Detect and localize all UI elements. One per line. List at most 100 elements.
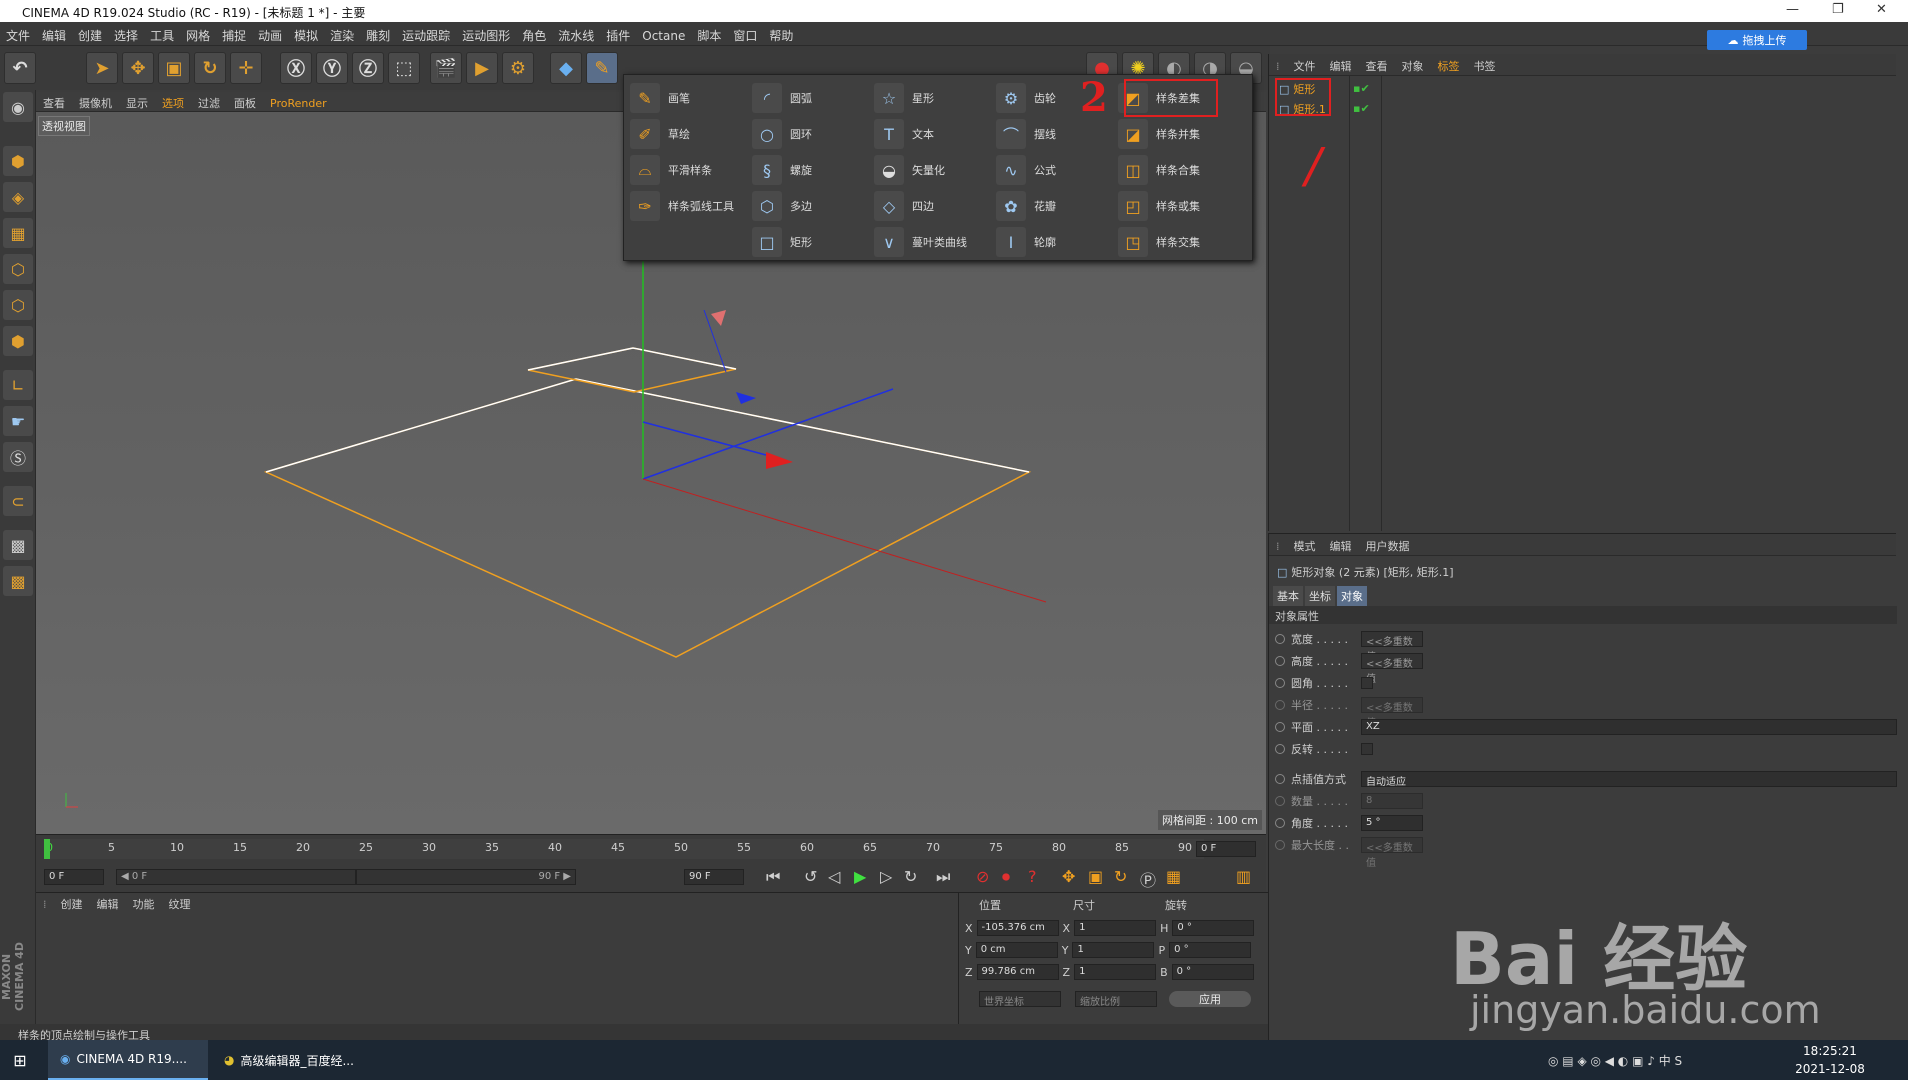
- popup-item-cycloid[interactable]: ⌒ 摆线: [996, 117, 1056, 151]
- timeline-layout-icon[interactable]: ▥: [1236, 867, 1251, 886]
- key-param-icon[interactable]: Ⓟ: [1140, 867, 1156, 891]
- menu-snap[interactable]: 捕捉: [216, 22, 252, 49]
- popup-item-profile[interactable]: I 轮廓: [996, 225, 1056, 259]
- close-icon[interactable]: ✕: [1876, 2, 1887, 17]
- rot-b-field[interactable]: 0 °: [1171, 964, 1254, 980]
- tab-coord[interactable]: 坐标: [1305, 586, 1335, 606]
- key-pla-icon[interactable]: ▦: [1166, 867, 1181, 886]
- workplane-lock-icon[interactable]: ▩: [3, 566, 33, 596]
- popup-item-spline-or[interactable]: ◰ 样条或集: [1118, 189, 1200, 223]
- render-settings-icon[interactable]: ⚙: [502, 52, 534, 84]
- goto-end-icon[interactable]: ⏭: [936, 867, 950, 887]
- popup-item-cissoid[interactable]: ∨ 蔓叶类曲线: [874, 225, 967, 259]
- coordinate-system-icon[interactable]: ⬚: [388, 52, 420, 84]
- size-z-field[interactable]: 1: [1074, 964, 1157, 980]
- size-x-field[interactable]: 1: [1074, 920, 1157, 936]
- mat-menu-function[interactable]: 功能: [126, 893, 162, 915]
- popup-item-spline-arc-tool[interactable]: ✑ 样条弧线工具: [630, 189, 734, 223]
- rot-h-field[interactable]: 0 °: [1172, 920, 1255, 936]
- key-rotate-icon[interactable]: ↻: [1114, 867, 1127, 886]
- range-start-field[interactable]: ◀ 0 F: [116, 869, 356, 885]
- popup-item-text[interactable]: T 文本: [874, 117, 934, 151]
- menu-octane[interactable]: Octane: [636, 24, 691, 48]
- render-picture-viewer-icon[interactable]: ▶: [466, 52, 498, 84]
- menu-mesh[interactable]: 网格: [180, 22, 216, 49]
- popup-item-rectangle[interactable]: □ 矩形: [752, 225, 812, 259]
- popup-item-spline-union[interactable]: ◪ 样条并集: [1118, 117, 1200, 151]
- pos-z-field[interactable]: 99.786 cm: [976, 964, 1059, 980]
- menu-tools[interactable]: 工具: [144, 22, 180, 49]
- menu-render[interactable]: 渲染: [324, 22, 360, 49]
- range-end-field[interactable]: 90 F ▶: [356, 869, 576, 885]
- vp-menu-view[interactable]: 查看: [36, 92, 72, 114]
- vp-menu-prorender[interactable]: ProRender: [263, 94, 334, 113]
- vp-menu-panel[interactable]: 面板: [227, 92, 263, 114]
- popup-item-n-side[interactable]: ⬡ 多边: [752, 189, 812, 223]
- menu-simulate[interactable]: 模拟: [288, 22, 324, 49]
- menu-pipeline[interactable]: 流水线: [552, 22, 600, 49]
- timeline-ruler[interactable]: 0 5 10 15 20 25 30 35 40 45 50 55 60 65 …: [44, 839, 1204, 859]
- popup-item-star[interactable]: ☆ 星形: [874, 81, 934, 115]
- minimize-icon[interactable]: —: [1786, 2, 1799, 17]
- render-sphere-icon[interactable]: ◉: [3, 92, 33, 122]
- prev-frame-icon[interactable]: ◁: [828, 867, 840, 886]
- om-menu-objects[interactable]: 对象: [1395, 54, 1431, 78]
- popup-item-circle[interactable]: ○ 圆环: [752, 117, 812, 151]
- attr-menu-edit[interactable]: 编辑: [1323, 534, 1359, 558]
- popup-item-spline-and[interactable]: ◫ 样条合集: [1118, 153, 1200, 187]
- popup-item-sketch[interactable]: ✐ 草绘: [630, 117, 690, 151]
- menu-window[interactable]: 窗口: [727, 22, 763, 49]
- model-mode-icon[interactable]: ◈: [3, 182, 33, 212]
- menu-edit[interactable]: 编辑: [36, 22, 72, 49]
- menu-create[interactable]: 创建: [72, 22, 108, 49]
- apply-button[interactable]: 应用: [1169, 991, 1251, 1007]
- popup-item-helix[interactable]: § 螺旋: [752, 153, 812, 187]
- start-frame-field[interactable]: 0 F: [44, 869, 104, 885]
- mat-menu-edit[interactable]: 编辑: [90, 893, 126, 915]
- play-icon[interactable]: ▶: [854, 867, 866, 886]
- size-y-field[interactable]: 1: [1072, 942, 1155, 958]
- menu-file[interactable]: 文件: [0, 22, 36, 49]
- tweak-mode-icon[interactable]: ☛: [3, 406, 33, 436]
- keyframe-help-icon[interactable]: ?: [1028, 867, 1037, 886]
- scale-icon[interactable]: ▣: [158, 52, 190, 84]
- menu-mograph[interactable]: 运动图形: [456, 22, 516, 49]
- cube-icon[interactable]: ◆: [550, 52, 582, 84]
- points-mode-icon[interactable]: ⬡: [3, 254, 33, 284]
- pos-y-field[interactable]: 0 cm: [975, 942, 1058, 958]
- texture-mode-icon[interactable]: ▦: [3, 218, 33, 248]
- taskbar-c4d[interactable]: ◉ CINEMA 4D R19....: [48, 1040, 208, 1080]
- live-select-icon[interactable]: ➤: [86, 52, 118, 84]
- axis-x-icon[interactable]: Ⓧ: [280, 52, 312, 84]
- pen-spline-icon[interactable]: ✎: [586, 52, 618, 84]
- polygons-mode-icon[interactable]: ⬢: [3, 326, 33, 356]
- popup-item-spline-smooth[interactable]: ⌓ 平滑样条: [630, 153, 712, 187]
- vp-menu-filter[interactable]: 过滤: [191, 92, 227, 114]
- om-menu-view[interactable]: 查看: [1359, 54, 1395, 78]
- menu-select[interactable]: 选择: [108, 22, 144, 49]
- magnet-icon[interactable]: ⊂: [3, 486, 33, 516]
- move-icon[interactable]: ✥: [122, 52, 154, 84]
- popup-item-vectorizer[interactable]: ◒ 矢量化: [874, 153, 945, 187]
- popup-item-4-side[interactable]: ◇ 四边: [874, 189, 934, 223]
- attr-menu-user-data[interactable]: 用户数据: [1359, 534, 1417, 558]
- upload-button[interactable]: ☁ 拖拽上传: [1707, 30, 1807, 50]
- next-key-icon[interactable]: ↻: [904, 867, 917, 886]
- menu-sculpt[interactable]: 雕刻: [360, 22, 396, 49]
- om-menu-edit[interactable]: 编辑: [1323, 54, 1359, 78]
- menu-animate[interactable]: 动画: [252, 22, 288, 49]
- pos-x-field[interactable]: -105.376 cm: [976, 920, 1059, 936]
- goto-start-icon[interactable]: ⏮: [766, 867, 780, 887]
- menu-script[interactable]: 脚本: [691, 22, 727, 49]
- tab-basic[interactable]: 基本: [1273, 586, 1303, 606]
- menu-motion-tracking[interactable]: 运动跟踪: [396, 22, 456, 49]
- axis-mode-icon[interactable]: ∟: [3, 370, 33, 400]
- visibility-check-icon[interactable]: ▪✔: [1353, 82, 1370, 95]
- rotate-icon[interactable]: ↻: [194, 52, 226, 84]
- playhead[interactable]: [44, 839, 50, 859]
- windows-start-icon[interactable]: ⊞: [0, 1040, 40, 1080]
- prev-key-icon[interactable]: ↺: [804, 867, 817, 886]
- popup-item-formula[interactable]: ∿ 公式: [996, 153, 1056, 187]
- axis-y-icon[interactable]: Ⓨ: [316, 52, 348, 84]
- vp-menu-display[interactable]: 显示: [119, 92, 155, 114]
